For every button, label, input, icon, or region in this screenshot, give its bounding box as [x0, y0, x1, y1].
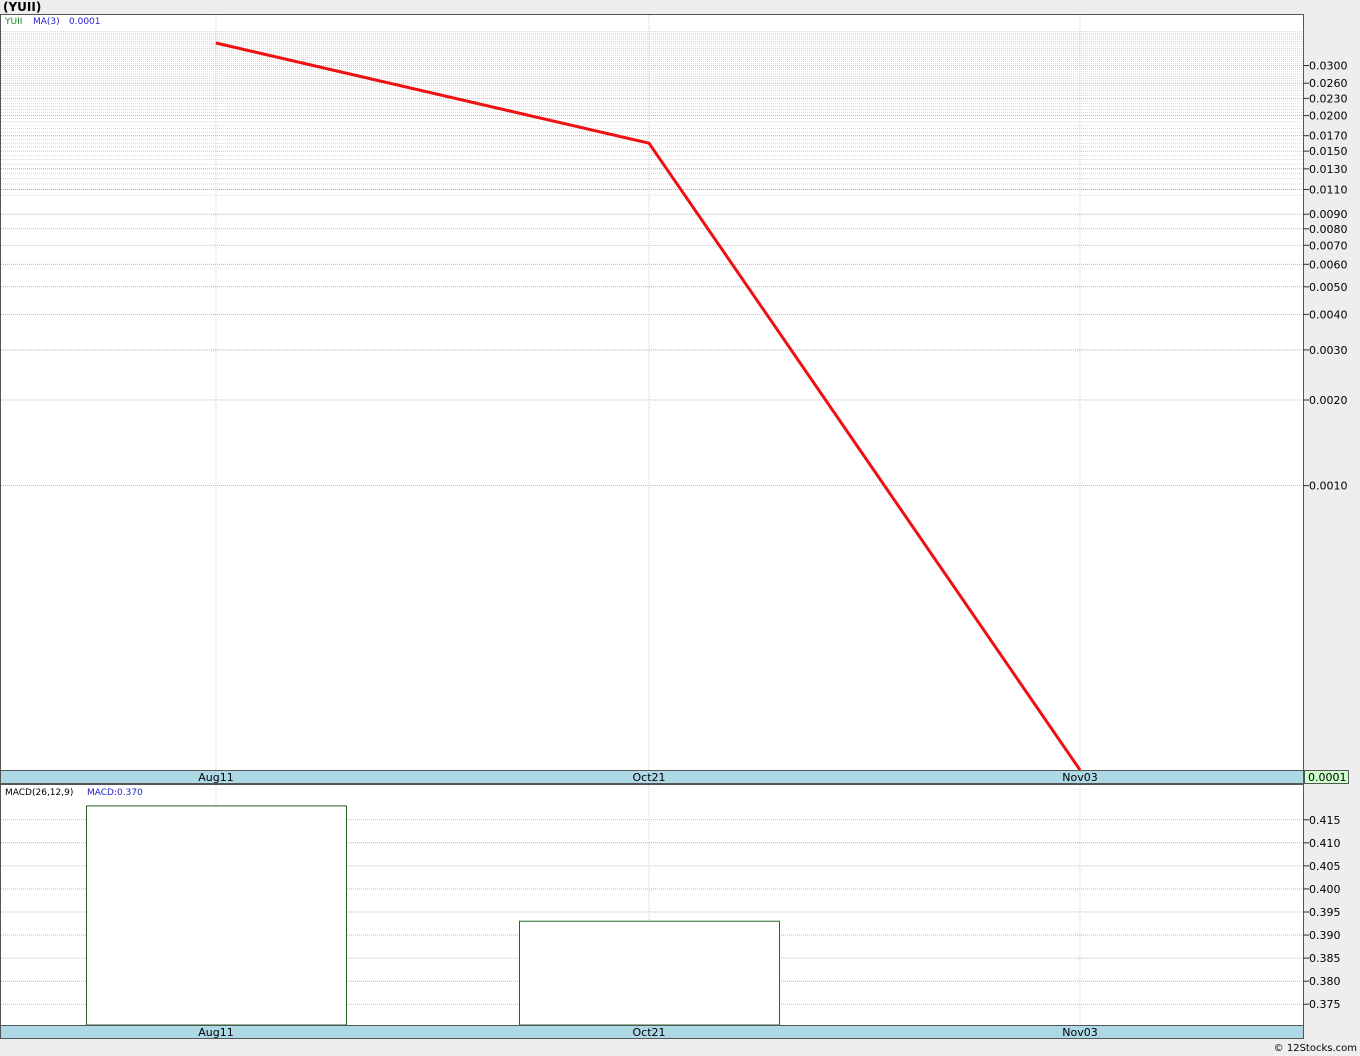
macd-tick-label: 0.405 [1309, 860, 1341, 873]
macd-tick-label: 0.395 [1309, 906, 1341, 919]
stock-chart: (YUII) 0.03000.02600.02300.02000.01700.0… [0, 0, 1357, 1054]
price-tick-label: 0.0010 [1309, 480, 1348, 493]
macd-x-tick-label: Aug11 [198, 1026, 233, 1039]
macd-tick-label: 0.400 [1309, 883, 1341, 896]
macd-x-tick-label: Nov03 [1062, 1026, 1097, 1039]
price-tick-label: 0.0260 [1309, 77, 1348, 90]
macd-legend-value: MACD:0.370 [87, 788, 143, 798]
macd-bar [86, 805, 347, 1026]
price-tick-label: 0.0030 [1309, 344, 1348, 357]
last-price-value: 0.0001 [1308, 771, 1347, 784]
price-tick-label: 0.0150 [1309, 145, 1348, 158]
macd-tick-label: 0.415 [1309, 814, 1341, 827]
chart-title: (YUII) [3, 0, 41, 14]
price-tick-label: 0.0110 [1309, 183, 1348, 196]
legend-symbol: YUII [4, 17, 22, 27]
macd-y-axis: 0.415 0.410 0.405 0.400 0.395 0.390 0.385 0.380… [1303, 814, 1341, 1011]
legend-ma-value: 0.0001 [69, 17, 101, 27]
macd-tick-label: 0.410 [1309, 837, 1341, 850]
price-tick-label: 0.0090 [1309, 208, 1348, 221]
price-x-tick-label: Aug11 [198, 771, 233, 784]
macd-tick-label: 0.380 [1309, 975, 1341, 988]
price-tick-label: 0.0040 [1309, 308, 1348, 321]
legend-ma-label: MA(3) [33, 17, 60, 27]
copyright: © 12Stocks.com [1274, 1043, 1357, 1054]
macd-tick-label: 0.390 [1309, 929, 1341, 942]
macd-legend-label: MACD(26,12,9) [5, 788, 73, 798]
macd-x-tick-label: Oct21 [632, 1026, 665, 1039]
price-tick-label: 0.0050 [1309, 281, 1348, 294]
price-panel [0, 14, 1304, 771]
price-tick-label: 0.0070 [1309, 239, 1348, 252]
price-tick-label: 0.0130 [1309, 163, 1348, 176]
price-tick-label: 0.0170 [1309, 130, 1348, 143]
macd-tick-label: 0.385 [1309, 952, 1341, 965]
price-x-tick-label: Nov03 [1062, 771, 1097, 784]
price-tick-label: 0.0060 [1309, 258, 1348, 271]
macd-bar [519, 920, 780, 1026]
price-tick-label: 0.0300 [1309, 60, 1348, 73]
price-tick-label: 0.0020 [1309, 394, 1348, 407]
price-x-tick-label: Oct21 [632, 771, 665, 784]
price-tick-label: 0.0080 [1309, 223, 1348, 236]
macd-tick-label: 0.375 [1309, 998, 1341, 1011]
price-tick-label: 0.0230 [1309, 92, 1348, 105]
price-tick-label: 0.0200 [1309, 110, 1348, 123]
price-y-axis: 0.0300 0.0260 0.0230 0.0200 0.0170 0.0150 0.01… [1303, 60, 1348, 493]
